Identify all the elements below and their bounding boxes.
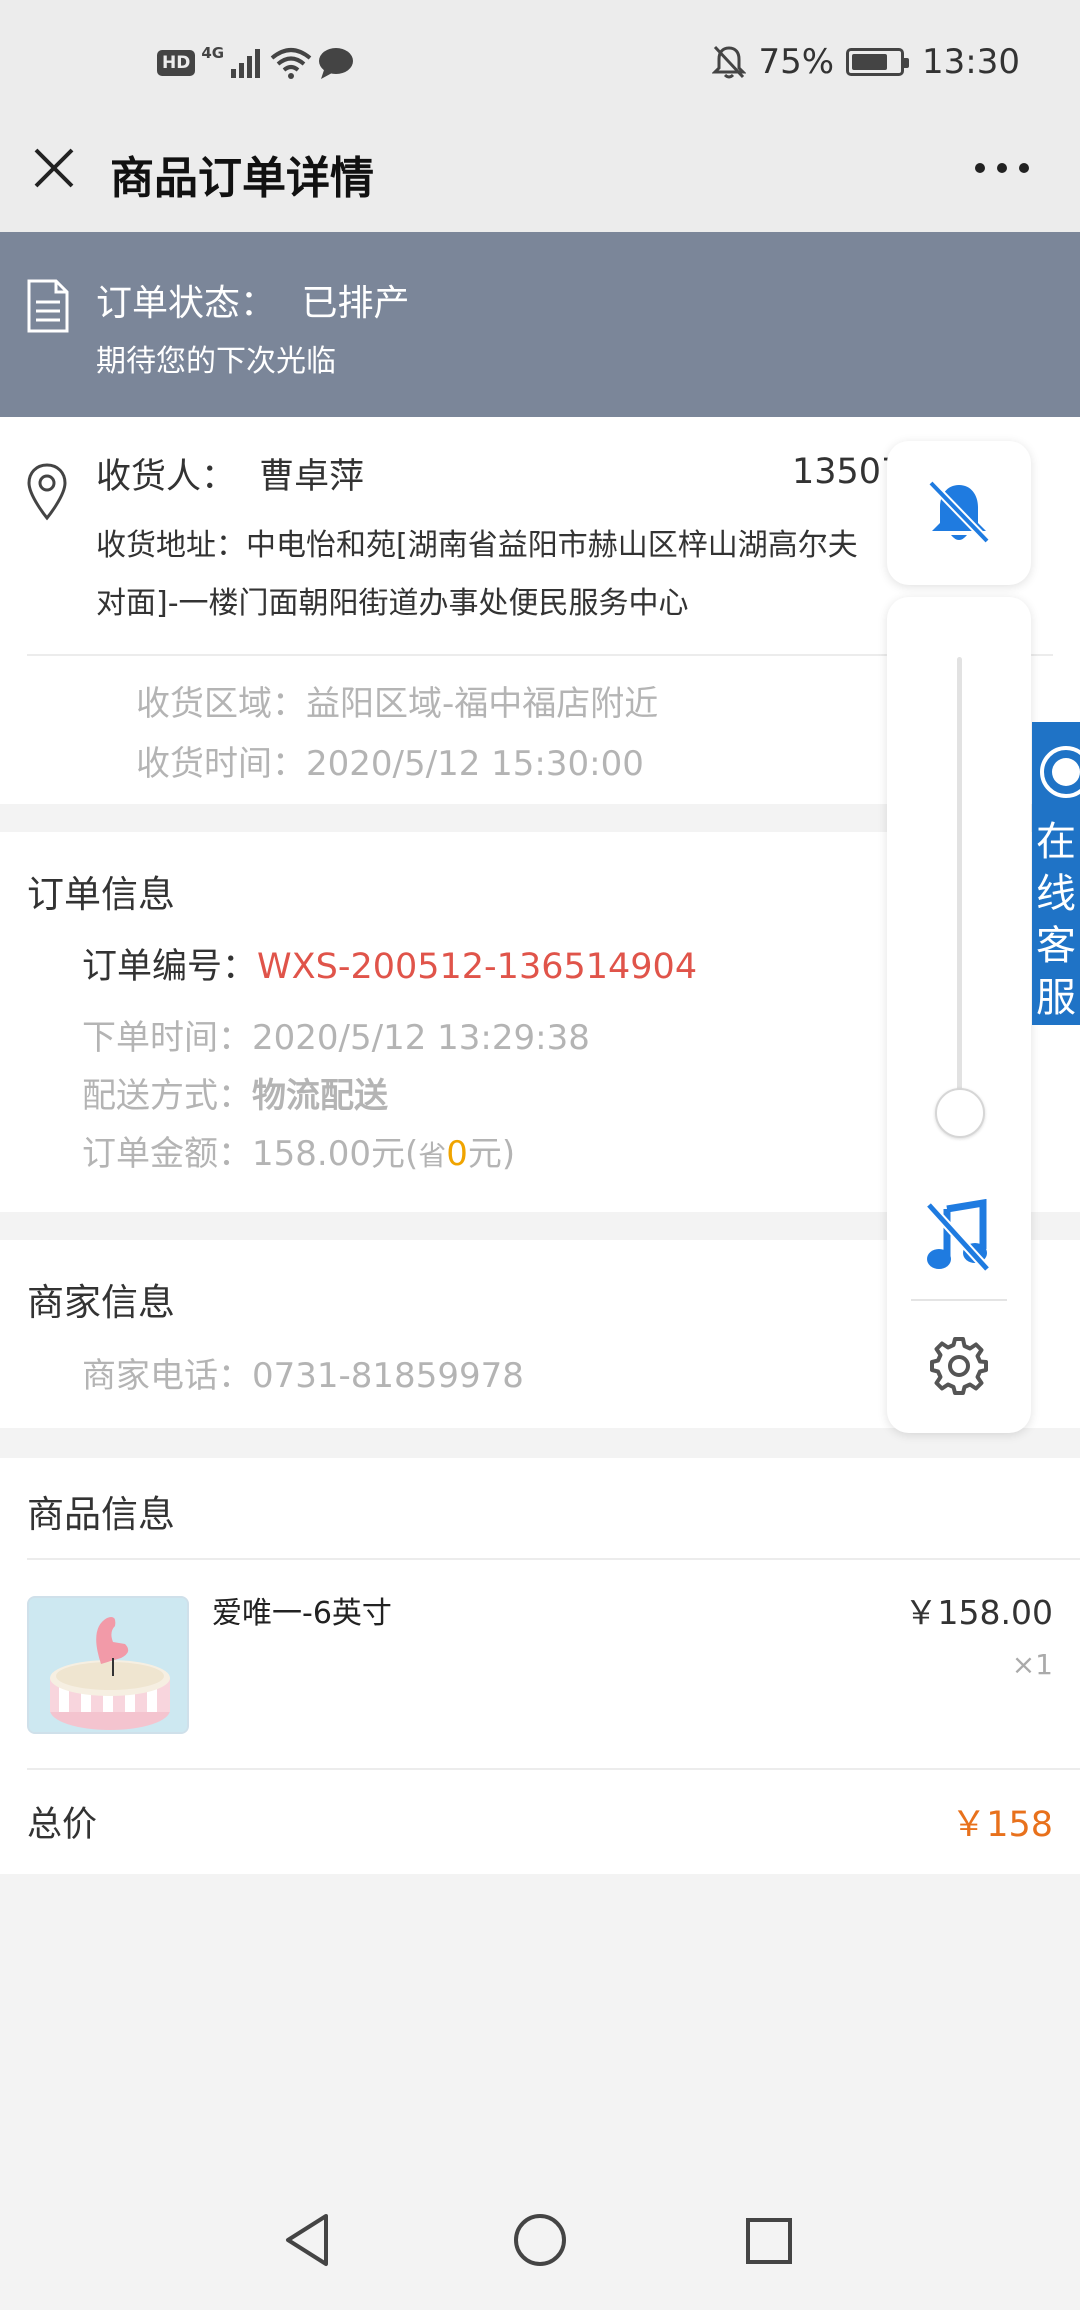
volume-panel: [887, 597, 1031, 1433]
total-label: 总价: [27, 1805, 98, 1845]
product-quantity: ×1: [1011, 1648, 1053, 1681]
product-name[interactable]: 爱唯一-6英寸: [212, 1588, 392, 1632]
order-status-label: 订单状态：: [96, 283, 277, 324]
receiver-row: 收货人： 曹卓萍: [96, 448, 364, 499]
order-number-label: 订单编号：: [82, 947, 258, 987]
mute-bell-icon: [712, 45, 747, 79]
goods-info-title: 商品信息: [27, 1493, 175, 1536]
merchant-phone-label: 商家电话：: [82, 1356, 252, 1396]
bell-off-icon[interactable]: [927, 479, 991, 547]
save-value: 0: [446, 1134, 468, 1174]
wifi-icon: [270, 48, 312, 79]
more-options-icon[interactable]: [972, 158, 1032, 178]
order-number-row: 订单编号：WXS-200512-136514904: [82, 938, 697, 989]
delivery-method-value: 物流配送: [252, 1076, 388, 1116]
total-value: ￥158: [951, 1805, 1053, 1845]
merchant-info-title: 商家信息: [27, 1281, 175, 1324]
settings-gear-icon[interactable]: [928, 1335, 990, 1397]
delivery-method-label: 配送方式：: [82, 1076, 252, 1116]
network-type: 4G: [201, 44, 225, 62]
close-icon[interactable]: [30, 144, 78, 192]
page-title: 商品订单详情: [110, 153, 374, 204]
battery-percent: 75%: [758, 42, 835, 82]
region-row: 收货区域：益阳区域-福中福店附近: [136, 676, 658, 725]
music-off-icon[interactable]: [925, 1199, 991, 1273]
home-nav-icon[interactable]: [512, 2212, 568, 2268]
goods-title-divider: [27, 1558, 1080, 1560]
document-icon: [27, 279, 69, 333]
hd-badge: HD: [157, 50, 196, 76]
status-bar: HD 4G 75% 13:30: [0, 0, 1080, 118]
battery-icon: [846, 48, 910, 76]
volume-slider-knob[interactable]: [935, 1088, 985, 1138]
order-status-value: 已排产: [301, 283, 410, 324]
delivery-time-label: 收货时间：: [136, 744, 306, 784]
save-suffix: 元): [467, 1134, 516, 1174]
save-prefix: 省: [418, 1139, 447, 1172]
merchant-phone-value: 0731-81859978: [252, 1356, 524, 1396]
clock: 13:30: [922, 42, 1020, 82]
panel-divider: [911, 1299, 1007, 1301]
address-text-1: 中电怡和苑[湖南省益阳市赫山区梓山湖高尔夫: [246, 528, 858, 563]
order-status-banner: 订单状态： 已排产 期待您的下次光临: [0, 232, 1080, 417]
receiver-name: 曹卓萍: [259, 457, 365, 497]
order-time-label: 下单时间：: [82, 1018, 252, 1058]
signal-icon: [231, 49, 261, 78]
message-icon: [319, 48, 354, 79]
cake-image: [29, 1598, 187, 1732]
receiver-label: 收货人：: [96, 457, 237, 497]
location-pin-icon: [27, 463, 67, 521]
order-status-subtitle: 期待您的下次光临: [96, 344, 336, 379]
app-header: 商品订单详情: [0, 118, 1080, 232]
battery-fill: [852, 54, 888, 70]
product-price: ￥158.00: [904, 1593, 1053, 1632]
headset-icon: [1040, 746, 1080, 798]
order-amount-label: 订单金额：: [82, 1134, 252, 1174]
status-right-icons: 75% 13:30: [712, 40, 1020, 84]
back-nav-icon[interactable]: [282, 2212, 332, 2268]
address-line-2: 对面]-一楼门面朝阳街道办事处便民服务中心: [96, 586, 689, 621]
status-left-icons: HD 4G: [157, 44, 354, 82]
delivery-method-row: 配送方式：物流配送: [82, 1068, 388, 1117]
order-time-row: 下单时间：2020/5/12 13:29:38: [82, 1010, 590, 1059]
volume-slider-track[interactable]: [957, 657, 962, 1137]
region-value: 益阳区域-福中福店附近: [306, 684, 659, 724]
merchant-phone-row[interactable]: 商家电话：0731-81859978: [82, 1348, 524, 1397]
region-label: 收货区域：: [136, 684, 306, 724]
recents-nav-icon[interactable]: [744, 2216, 794, 2266]
order-amount-row: 订单金额：158.00元(省0元): [82, 1126, 515, 1175]
notification-toggle-panel: [887, 441, 1031, 585]
order-amount-value: 158.00元(: [252, 1134, 419, 1174]
online-service-tab[interactable]: 在线客服: [1032, 722, 1080, 1025]
address-label: 收货地址：: [96, 528, 246, 563]
online-service-label: 在线客服: [1036, 819, 1076, 1021]
address-line-1: 收货地址：中电怡和苑[湖南省益阳市赫山区梓山湖高尔夫: [96, 520, 858, 564]
delivery-time-row: 收货时间：2020/5/12 15:30:00: [136, 736, 644, 785]
order-status-line: 订单状态： 已排产: [96, 274, 409, 326]
goods-total-divider: [27, 1768, 1080, 1770]
order-time-value: 2020/5/12 13:29:38: [252, 1018, 590, 1058]
system-nav-bar: [0, 2186, 1080, 2310]
order-number-value: WXS-200512-136514904: [257, 947, 698, 987]
order-info-title: 订单信息: [27, 873, 175, 916]
delivery-time-value: 2020/5/12 15:30:00: [306, 744, 644, 784]
product-image[interactable]: [27, 1596, 189, 1734]
